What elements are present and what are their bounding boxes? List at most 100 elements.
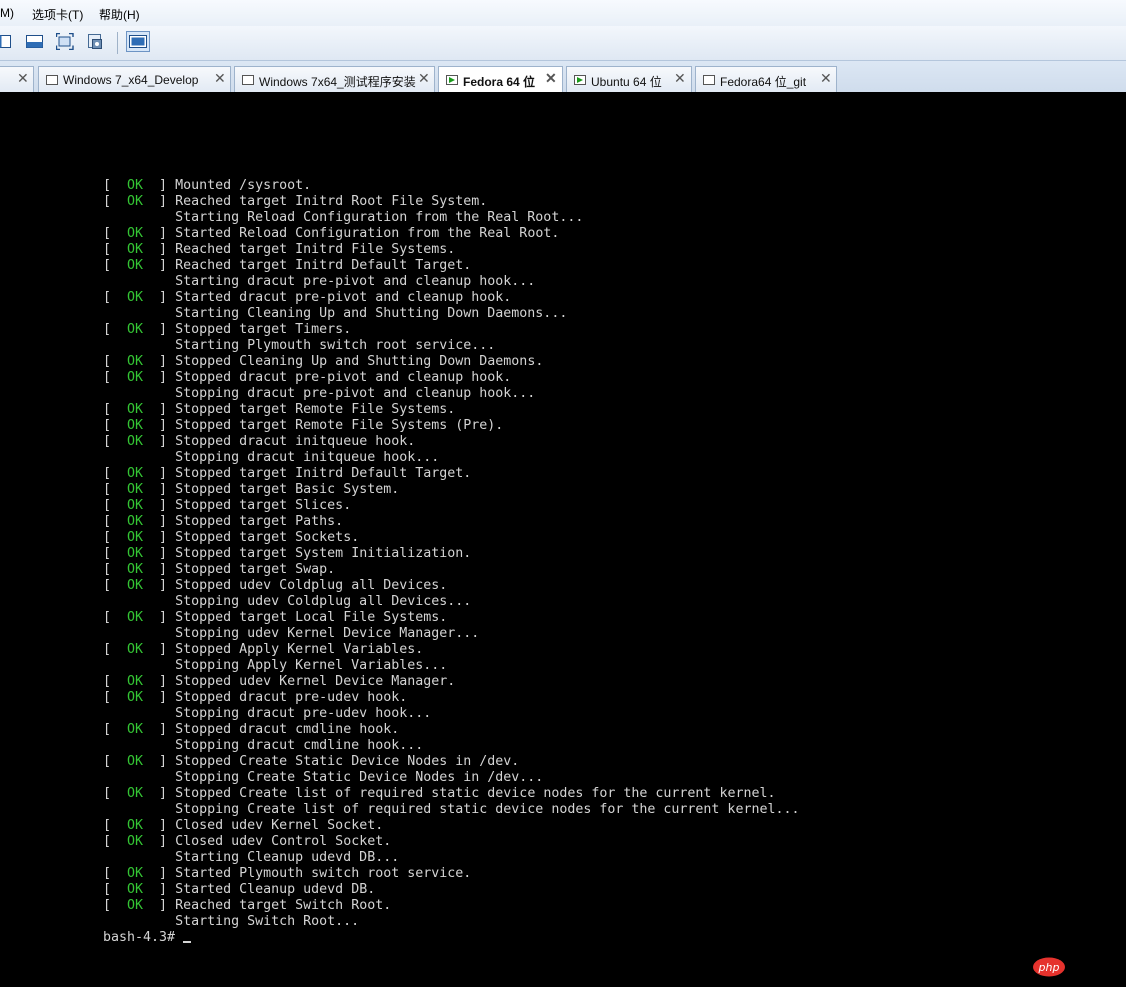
- tab-ubuntu-64[interactable]: Ubuntu 64 位 ✕: [566, 66, 692, 92]
- console-line-text: Closed udev Kernel Socket.: [175, 818, 384, 833]
- console-line-text: Started dracut pre-pivot and cleanup hoo…: [175, 290, 512, 305]
- status-bracket: ]: [143, 194, 176, 209]
- menu-help[interactable]: 帮助(H): [99, 6, 140, 23]
- status-bracket: ]: [143, 498, 176, 513]
- console-line: [ OK ] Reached target Initrd Root File S…: [103, 194, 799, 210]
- running-vm-icon: [574, 74, 586, 85]
- status-bracket: ]: [143, 674, 176, 689]
- console-line: Stopping Create list of required static …: [103, 802, 799, 818]
- tab-label: Fedora 64 位: [463, 75, 536, 89]
- ok-status: OK: [127, 754, 144, 769]
- shell-prompt-line[interactable]: bash-4.3#: [103, 930, 799, 946]
- status-bracket: [: [103, 178, 128, 193]
- status-bracket: ]: [143, 354, 176, 369]
- vm-tab-strip: ✕ Windows 7_x64_Develop ✕ Windows 7x64_测…: [0, 60, 1126, 93]
- ok-status: OK: [127, 402, 144, 417]
- console-line: [ OK ] Reached target Initrd File System…: [103, 242, 799, 258]
- ok-status: OK: [127, 610, 144, 625]
- menu-machine[interactable]: M): [0, 6, 14, 20]
- close-icon[interactable]: ✕: [545, 70, 557, 87]
- ok-status: OK: [127, 354, 144, 369]
- console-line-text: Stopped Apply Kernel Variables.: [175, 642, 424, 657]
- tab-windows7-develop[interactable]: Windows 7_x64_Develop ✕: [38, 66, 231, 92]
- status-bracket: [: [103, 562, 128, 577]
- console-line-text: Stopping Create Static Device Nodes in /…: [175, 770, 544, 785]
- view-normal-icon[interactable]: [0, 33, 14, 50]
- console-line-text: Started Reload Configuration from the Re…: [175, 226, 560, 241]
- tab-label: Windows 7_x64_Develop: [63, 73, 199, 87]
- status-bracket: [: [103, 290, 128, 305]
- unity-icon[interactable]: [87, 33, 105, 50]
- status-bracket: [: [103, 242, 128, 257]
- fullscreen-icon[interactable]: [55, 32, 74, 51]
- tab-windows7-test[interactable]: Windows 7x64_测试程序安装 ✕: [234, 66, 435, 92]
- console-line: [ OK ] Stopped target Sockets.: [103, 530, 799, 546]
- ok-status: OK: [127, 530, 144, 545]
- close-icon[interactable]: ✕: [820, 70, 832, 87]
- console-line-text: Stopped target Initrd Default Target.: [175, 466, 472, 481]
- tab-label: Ubuntu 64 位: [591, 75, 662, 89]
- view-console-icon[interactable]: [26, 33, 44, 50]
- console-line-text: Stopped target Sockets.: [175, 530, 360, 545]
- menu-bar: M) 选项卡(T) 帮助(H): [0, 0, 1126, 26]
- console-line: [ OK ] Stopped dracut cmdline hook.: [103, 722, 799, 738]
- console-line: [ OK ] Stopped udev Coldplug all Devices…: [103, 578, 799, 594]
- tab-fedora64-git[interactable]: Fedora64 位_git ✕: [695, 66, 837, 92]
- ok-status: OK: [127, 178, 144, 193]
- console-line-text: Reached target Initrd Default Target.: [175, 258, 472, 273]
- console-line: [ OK ] Stopped target System Initializat…: [103, 546, 799, 562]
- console-line: [ OK ] Stopped target Timers.: [103, 322, 799, 338]
- ok-status: OK: [127, 482, 144, 497]
- console-line-text: Mounted /sysroot.: [175, 178, 312, 193]
- close-icon[interactable]: ✕: [17, 70, 29, 87]
- status-bracket: ]: [143, 866, 176, 881]
- console-line-text: Starting Plymouth switch root service...: [175, 338, 496, 353]
- close-icon[interactable]: ✕: [418, 70, 430, 87]
- status-bracket: ]: [143, 290, 176, 305]
- status-bracket: ]: [143, 546, 176, 561]
- console-line-text: Stopped target System Initialization.: [175, 546, 472, 561]
- status-bracket: [: [103, 514, 128, 529]
- console-line: Starting Switch Root...: [103, 914, 799, 930]
- vm-icon: [703, 74, 715, 85]
- status-bracket: ]: [143, 882, 176, 897]
- php-watermark-logo: php: [1032, 956, 1066, 978]
- close-icon[interactable]: ✕: [674, 70, 686, 87]
- console-line: [ OK ] Stopped udev Kernel Device Manage…: [103, 674, 799, 690]
- console-line-text: Stopped udev Kernel Device Manager.: [175, 674, 456, 689]
- close-icon[interactable]: ✕: [214, 70, 226, 87]
- status-bracket: [: [103, 610, 128, 625]
- ok-status: OK: [127, 290, 144, 305]
- svg-text:php: php: [1038, 961, 1060, 974]
- ok-status: OK: [127, 242, 144, 257]
- console-line: Starting Plymouth switch root service...: [103, 338, 799, 354]
- ok-status: OK: [127, 434, 144, 449]
- ok-status: OK: [127, 834, 144, 849]
- console-line: [ OK ] Stopped dracut pre-udev hook.: [103, 690, 799, 706]
- console-line-text: Starting Cleaning Up and Shutting Down D…: [175, 306, 568, 321]
- thumbnail-view-icon[interactable]: [126, 31, 150, 52]
- console-line-text: Stopping Apply Kernel Variables...: [175, 658, 448, 673]
- status-bracket: ]: [143, 482, 176, 497]
- console-line-text: Stopped Cleaning Up and Shutting Down Da…: [175, 354, 544, 369]
- status-bracket: [: [103, 226, 128, 241]
- status-bracket: ]: [143, 610, 176, 625]
- console-line: [ OK ] Reached target Initrd Default Tar…: [103, 258, 799, 274]
- ok-status: OK: [127, 194, 144, 209]
- console-line-text: Stopping dracut pre-udev hook...: [175, 706, 432, 721]
- status-bracket: ]: [143, 578, 176, 593]
- toolbar-separator: [117, 32, 118, 54]
- menu-tabs[interactable]: 选项卡(T): [32, 6, 83, 23]
- console-line: Stopping Apply Kernel Variables...: [103, 658, 799, 674]
- console-line-text: Starting Cleanup udevd DB...: [175, 850, 400, 865]
- console-line: [ OK ] Closed udev Control Socket.: [103, 834, 799, 850]
- tab-fedora-64[interactable]: Fedora 64 位 ✕: [438, 66, 563, 93]
- console-line: Starting dracut pre-pivot and cleanup ho…: [103, 274, 799, 290]
- tab-hidden[interactable]: ✕: [0, 66, 34, 92]
- console-line: [ OK ] Started Cleanup udevd DB.: [103, 882, 799, 898]
